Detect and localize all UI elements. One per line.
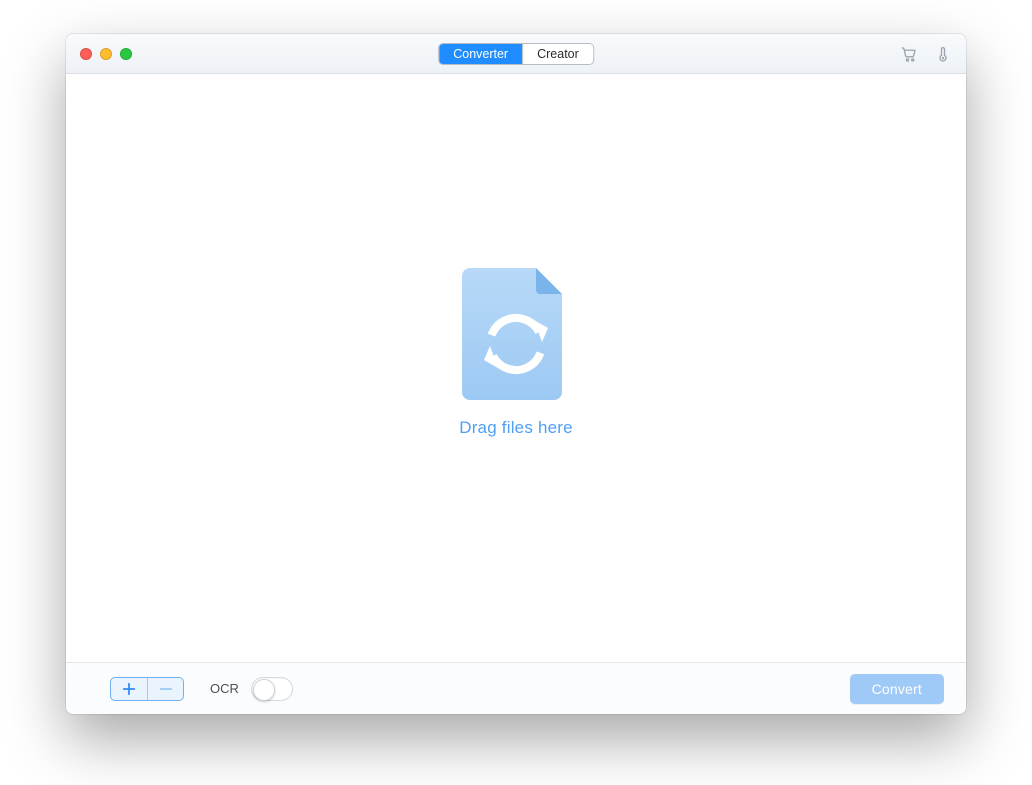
thermometer-icon[interactable] [934,45,952,63]
add-file-button[interactable] [111,678,147,700]
app-window: Converter Creator [66,34,966,714]
minimize-window-button[interactable] [100,48,112,60]
zoom-window-button[interactable] [120,48,132,60]
drop-area[interactable]: Drag files here [66,74,966,662]
tab-converter[interactable]: Converter [439,44,522,64]
mode-segmented-control: Converter Creator [438,43,594,65]
close-window-button[interactable] [80,48,92,60]
cart-icon[interactable] [900,45,918,63]
ocr-toggle[interactable] [251,677,293,701]
drop-caption: Drag files here [459,418,573,438]
convert-button[interactable]: Convert [850,674,944,704]
remove-file-button[interactable] [147,678,183,700]
add-remove-group [110,677,184,701]
ocr-label: OCR [210,681,239,696]
ocr-group: OCR [210,677,293,701]
titlebar: Converter Creator [66,34,966,74]
window-controls [80,48,132,60]
footer-toolbar: OCR Convert [66,662,966,714]
file-convert-icon [460,262,572,404]
drop-zone: Drag files here [459,262,573,438]
tab-creator[interactable]: Creator [522,44,593,64]
titlebar-right-icons [900,45,952,63]
